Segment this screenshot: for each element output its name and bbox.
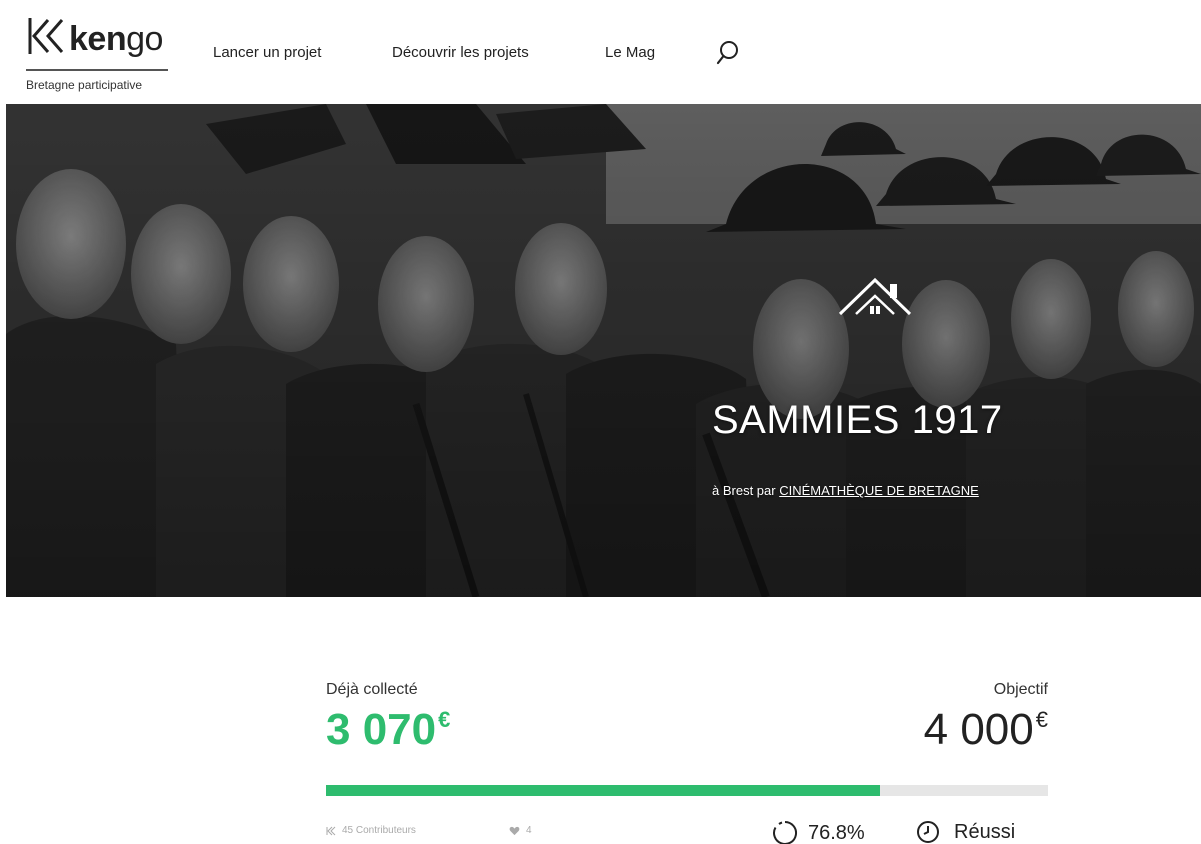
home-icon [838,277,912,316]
funding-percent-value: 76.8% [808,821,865,844]
project-owner-link[interactable]: CINÉMATHÈQUE DE BRETAGNE [779,483,979,498]
progress-circle-icon [773,821,797,844]
brand-name-light: go [126,20,163,58]
brand-subtitle: Bretagne participative [26,78,143,92]
kengo-small-icon [326,826,336,835]
brand-name-bold: ken [69,20,127,58]
contributors-count: 45 Contributeurs [326,825,416,836]
hero-photo-soldiers [6,104,1201,597]
collected-amount: 3 070€ [326,705,450,755]
search-icon[interactable] [716,40,740,66]
heart-icon [509,826,520,835]
target-currency: € [1035,707,1048,732]
collected-label: Déjà collecté [326,681,418,698]
project-title: SAMMIES 1917 [712,398,1003,442]
funding-status-label: Réussi [954,820,1016,843]
funding-panel: Déjà collecté 3 070€ Objectif 4 000€ 45 … [326,670,1048,844]
nav-launch-project[interactable]: Lancer un projet [213,44,321,61]
logo-divider [26,69,168,71]
clock-icon [917,821,939,843]
target-value: 4 000 [923,705,1034,754]
nav-le-mag[interactable]: Le Mag [605,44,655,61]
likes-button[interactable]: 4 [509,825,532,836]
likes-count: 4 [526,825,532,836]
collected-currency: € [438,707,451,732]
funding-progress-fill [326,785,881,796]
site-header: kengo Bretagne participative Lancer un p… [0,0,1201,104]
project-location: à Brest par [712,483,780,498]
kengo-logo[interactable]: kengo Bretagne participative [24,12,174,96]
project-byline: à Brest par CINÉMATHÈQUE DE BRETAGNE [712,483,979,498]
funding-status: Réussi [916,820,1015,844]
project-hero-image: SAMMIES 1917 à Brest par CINÉMATHÈQUE DE… [6,104,1201,597]
brand-name: kengo [69,20,163,59]
funding-percent: 76.8% [772,820,865,844]
collected-value: 3 070 [326,705,437,754]
funding-progress-bar [326,785,1048,796]
contributors-label: 45 Contributeurs [342,825,416,836]
kengo-logo-mark-icon [28,18,64,54]
target-amount: 4 000€ [924,705,1048,755]
target-label: Objectif [993,681,1048,698]
nav-discover-projects[interactable]: Découvrir les projets [392,44,529,61]
